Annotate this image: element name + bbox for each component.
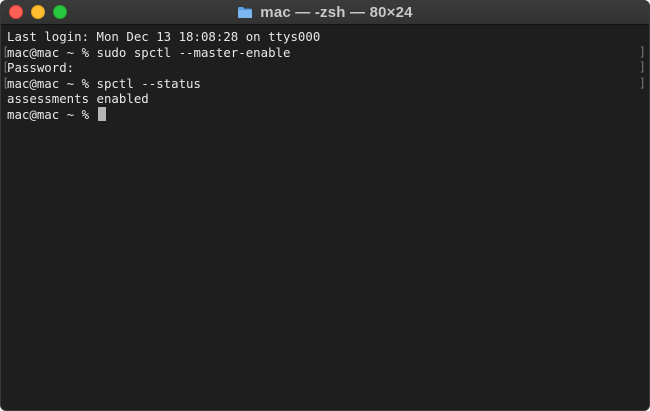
line-text: Password: xyxy=(7,60,75,75)
terminal-line: assessments enabled xyxy=(7,91,643,107)
bracket-mark: ] xyxy=(638,75,646,90)
terminal-line: Last login: Mon Dec 13 18:08:28 on ttys0… xyxy=(7,29,643,45)
line-text: Last login: Mon Dec 13 18:08:28 on ttys0… xyxy=(7,29,321,44)
window-title-group: mac — -zsh — 80×24 xyxy=(1,1,649,24)
folder-icon xyxy=(238,7,253,18)
bracket-mark: ] xyxy=(638,44,646,59)
terminal-line: [Password:] xyxy=(2,60,646,76)
prompt-line[interactable]: mac@mac ~ % xyxy=(7,106,643,123)
window-title: mac — -zsh — 80×24 xyxy=(260,4,413,21)
line-text: mac@mac ~ % spctl --status xyxy=(7,75,201,91)
prompt-text: mac@mac ~ % xyxy=(7,106,97,122)
bracket-mark: [ xyxy=(2,60,10,74)
bracket-mark: ] xyxy=(638,60,646,74)
terminal-line: [mac@mac ~ % spctl --status] xyxy=(2,75,646,92)
line-text: mac@mac ~ % sudo spctl --master-enable xyxy=(7,44,291,60)
title-bar[interactable]: mac — -zsh — 80×24 xyxy=(1,1,649,25)
bracket-mark: [ xyxy=(2,44,10,59)
line-text: assessments enabled xyxy=(7,91,149,106)
terminal-window: mac — -zsh — 80×24 Last login: Mon Dec 1… xyxy=(0,0,650,411)
terminal-line: [mac@mac ~ % sudo spctl --master-enable] xyxy=(2,44,646,61)
terminal-output[interactable]: Last login: Mon Dec 13 18:08:28 on ttys0… xyxy=(1,25,649,410)
bracket-mark: [ xyxy=(2,75,10,90)
text-cursor xyxy=(97,106,106,121)
